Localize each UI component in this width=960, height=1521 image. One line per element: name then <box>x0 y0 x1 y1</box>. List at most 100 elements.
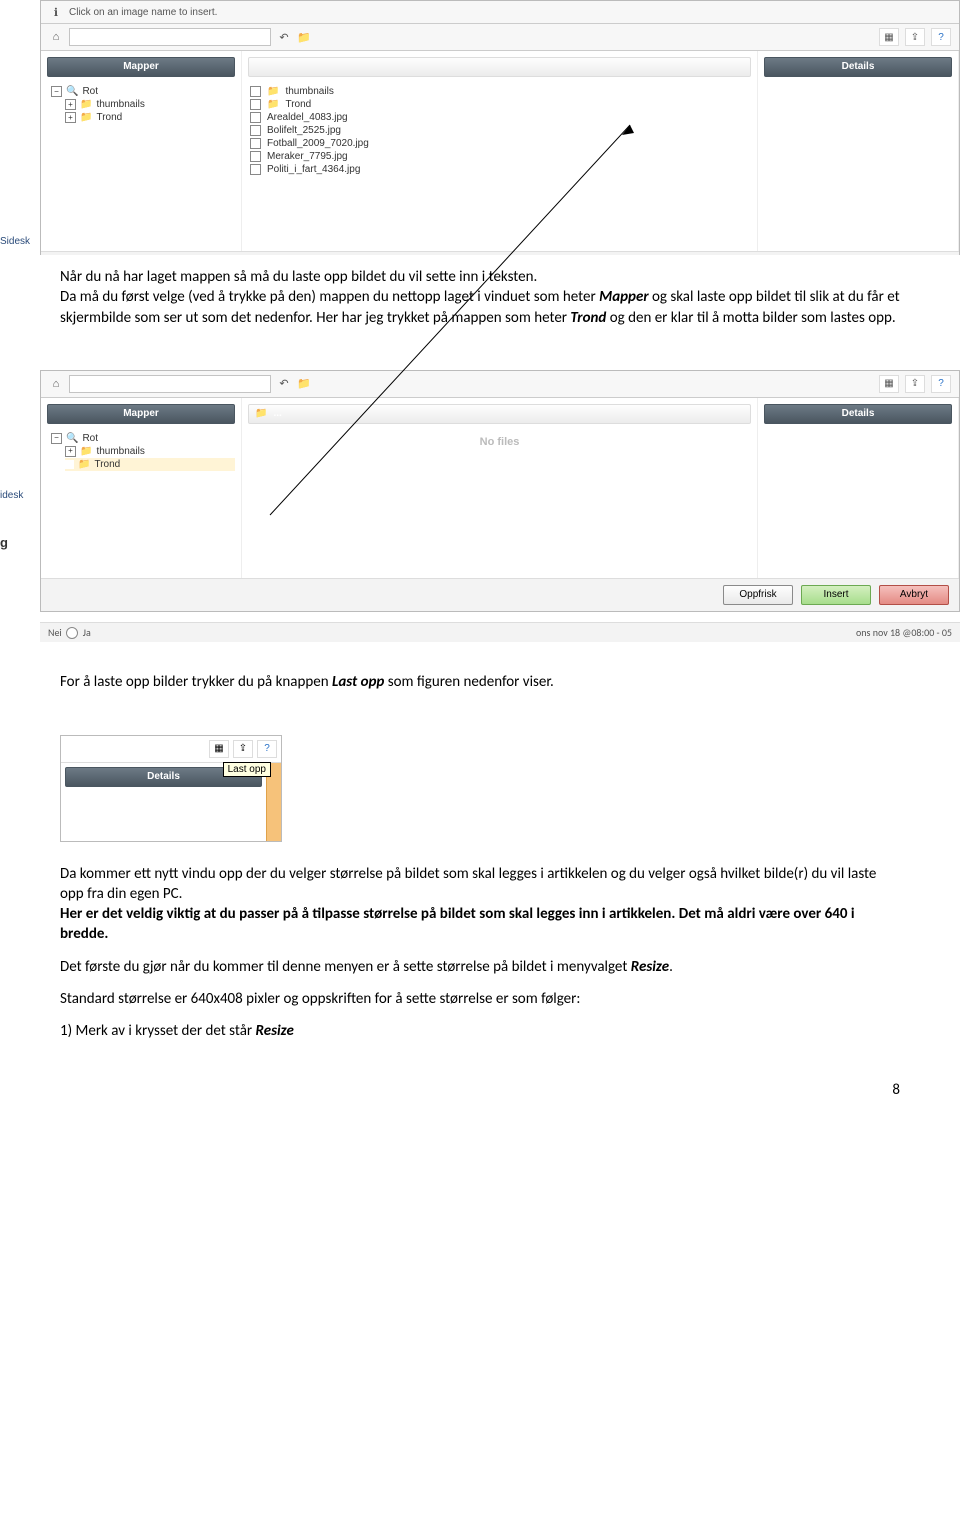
tree-item-trond[interactable]: Trond <box>65 458 235 471</box>
parent-link[interactable]: ... <box>273 405 281 423</box>
fm2-footer: Oppfrisk Insert Avbryt <box>41 578 959 611</box>
text: og den er klar til å motta bilder som la… <box>610 309 896 327</box>
tree-item-thumbnails[interactable]: + thumbnails <box>65 445 235 458</box>
fm1-toolbar: ⌂ ↶ 📁 ▦ ⇪ ? <box>41 24 959 51</box>
emphasis-resize: Resize <box>631 958 669 976</box>
newfolder-icon[interactable]: 📁 <box>297 30 311 44</box>
paragraph-5: Standard størrelse er 640x408 pixler og … <box>60 989 900 1009</box>
tree-item-thumbnails[interactable]: + thumbnails <box>65 98 235 111</box>
fm2-folder-header: Mapper <box>47 404 235 424</box>
emphasis-warning: Her er det veldig viktig at du passer på… <box>60 905 855 943</box>
file-label: Politi_i_fart_4364.jpg <box>267 164 360 175</box>
tree-label: Trond <box>96 112 122 123</box>
file-row[interactable]: Bolifelt_2525.jpg <box>250 124 751 137</box>
radio-icon[interactable] <box>66 627 78 639</box>
home-icon[interactable]: ⌂ <box>49 377 63 391</box>
fm2-path-input[interactable] <box>69 375 271 393</box>
tree-label: thumbnails <box>96 99 144 110</box>
page-fragment-text: idesk <box>0 490 23 501</box>
text: Da kommer ett nytt vindu opp der du velg… <box>60 865 876 903</box>
paragraph-2: For å laste opp bilder trykker du på kna… <box>60 672 900 692</box>
fm1-path-input[interactable] <box>69 28 271 46</box>
file-label: Arealdel_4083.jpg <box>267 112 348 123</box>
fm1-details-panel: Details <box>758 51 959 251</box>
upload-icon[interactable]: ⇪ <box>233 740 253 758</box>
status-date: ons nov 18 @08:00 - 05 <box>856 626 952 640</box>
help-icon[interactable]: ? <box>931 28 951 46</box>
text: . <box>669 958 673 976</box>
screenshot-filemanager-2: ⌂ ↶ 📁 ▦ ⇪ ? Mapper − Rot + thumbnails <box>40 370 960 612</box>
file-row[interactable]: Trond <box>250 98 751 111</box>
upload-icon[interactable]: ⇪ <box>905 28 925 46</box>
fm2-folder-panel: Mapper − Rot + thumbnails Trond <box>41 398 242 578</box>
paragraph-6: 1) Merk av i krysset der det står Resize <box>60 1021 900 1041</box>
emphasis-resize: Resize <box>256 1022 294 1040</box>
page-number: 8 <box>60 1081 900 1099</box>
paragraph-4: Det første du gjør når du kommer til den… <box>60 957 900 977</box>
file-label: Trond <box>285 99 311 110</box>
fm1-hint-text: Click on an image name to insert. <box>69 7 217 18</box>
tree-item-trond[interactable]: + Trond <box>65 111 235 124</box>
file-row[interactable]: Meraker_7795.jpg <box>250 150 751 163</box>
tree-label: Trond <box>94 459 120 470</box>
paragraph-3: Da kommer ett nytt vindu opp der du velg… <box>60 864 900 945</box>
fm2-details-header: Details <box>764 404 952 424</box>
refresh-button[interactable]: Oppfrisk <box>723 585 793 605</box>
status-text: Nei <box>48 626 62 639</box>
info-icon: ℹ <box>49 5 63 19</box>
fm1-file-panel: thumbnails Trond Arealdel_4083.jpg Bolif… <box>242 51 758 251</box>
fm1-hintbar: ℹ Click on an image name to insert. <box>41 1 959 24</box>
page-fragment-text: Sidesk <box>0 236 30 247</box>
view-grid-icon[interactable]: ▦ <box>879 375 899 393</box>
fm2-file-panel: ... No files <box>242 398 758 578</box>
fm1-folder-header: Mapper <box>47 57 235 77</box>
status-bar: Nei Ja ons nov 18 @08:00 - 05 <box>40 622 960 643</box>
tree-root-label: Rot <box>82 86 98 97</box>
text: Når du nå har laget mappen så må du last… <box>60 268 537 286</box>
text: Da må du først velge (ved å trykke på de… <box>60 288 599 306</box>
fm2-toolbar: ⌂ ↶ 📁 ▦ ⇪ ? <box>41 371 959 398</box>
file-label: Meraker_7795.jpg <box>267 151 348 162</box>
fm1-folder-panel: Mapper − Rot + thumbnails + Trond <box>41 51 242 251</box>
file-row[interactable]: thumbnails <box>250 85 751 98</box>
up-icon[interactable]: ↶ <box>277 30 291 44</box>
home-icon[interactable]: ⌂ <box>49 30 63 44</box>
insert-button[interactable]: Insert <box>801 585 871 605</box>
tree-root[interactable]: − Rot <box>51 85 235 98</box>
tree-root[interactable]: − Rot <box>51 432 235 445</box>
help-icon[interactable]: ? <box>257 740 277 758</box>
page-fragment-text: g <box>0 535 8 550</box>
newfolder-icon[interactable]: 📁 <box>297 377 311 391</box>
emphasis-lastopp: Last opp <box>332 673 384 691</box>
fm1-footer: Oppfrisk Insert Avbryt <box>41 251 959 255</box>
screenshot-upload-button: ▦ ⇪ ? Last opp Details <box>60 735 282 842</box>
file-label: Bolifelt_2525.jpg <box>267 125 341 136</box>
view-grid-icon[interactable]: ▦ <box>879 28 899 46</box>
status-text: Ja <box>83 626 91 639</box>
cancel-button[interactable]: Avbryt <box>879 585 949 605</box>
help-icon[interactable]: ? <box>931 375 951 393</box>
text: 1) Merk av i krysset der det står <box>60 1022 256 1040</box>
fm1-details-header: Details <box>764 57 952 77</box>
file-label: Fotball_2009_7020.jpg <box>267 138 369 149</box>
file-label: thumbnails <box>285 86 333 97</box>
emphasis-trond: Trond <box>570 309 606 327</box>
view-grid-icon[interactable]: ▦ <box>209 740 229 758</box>
text: Standard størrelse er 640x408 pixler og … <box>60 990 580 1008</box>
paragraph-1: Når du nå har laget mappen så må du last… <box>60 267 900 328</box>
file-row[interactable]: Fotball_2009_7020.jpg <box>250 137 751 150</box>
file-row[interactable]: Politi_i_fart_4364.jpg <box>250 163 751 176</box>
fm2-details-panel: Details <box>758 398 959 578</box>
folder-icon <box>255 405 267 423</box>
text: For å laste opp bilder trykker du på kna… <box>60 673 332 691</box>
tooltip-lastopp: Last opp <box>223 762 271 777</box>
file-row[interactable]: Arealdel_4083.jpg <box>250 111 751 124</box>
upload-icon[interactable]: ⇪ <box>905 375 925 393</box>
fm2-center-header: ... <box>248 404 751 424</box>
tree-label: thumbnails <box>96 446 144 457</box>
emphasis-mapper: Mapper <box>599 288 649 306</box>
up-icon[interactable]: ↶ <box>277 377 291 391</box>
no-files-label: No files <box>242 430 757 448</box>
side-strip <box>266 791 281 841</box>
fm1-center-header <box>248 57 751 77</box>
